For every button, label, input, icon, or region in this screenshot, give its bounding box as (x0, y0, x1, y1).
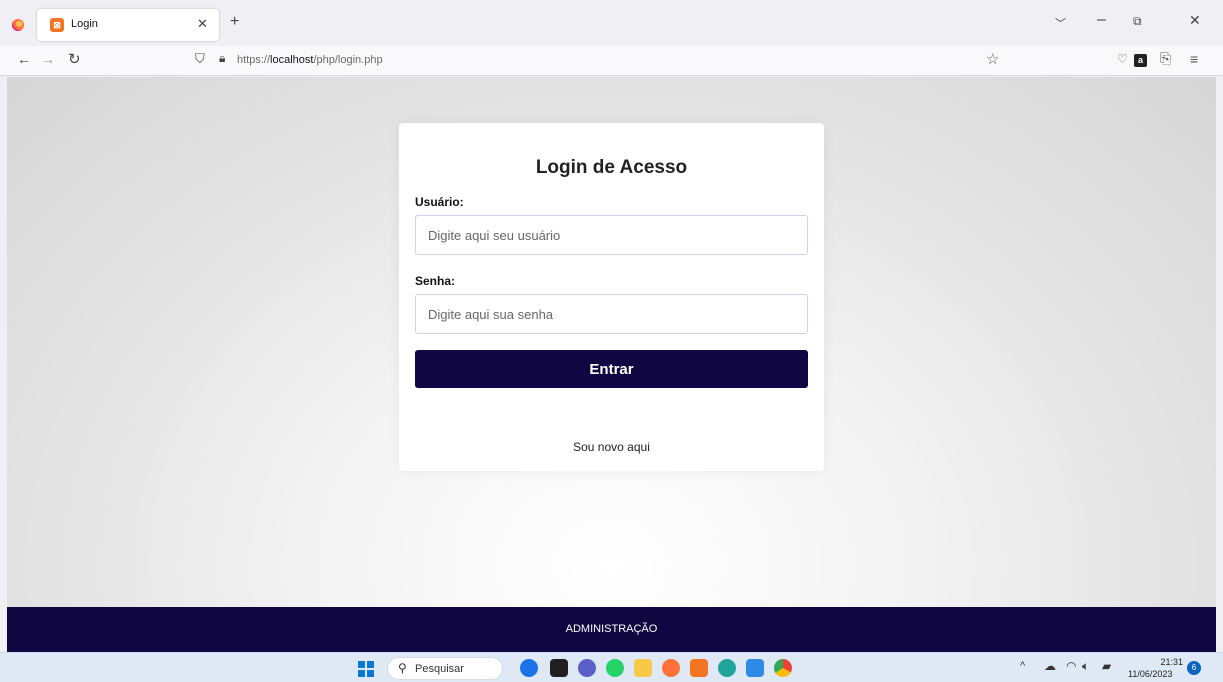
battery-icon[interactable]: ▰ (1102, 659, 1111, 673)
xampp-icon[interactable] (690, 659, 708, 677)
teams-icon[interactable] (578, 659, 596, 677)
xampp-icon: ⊠ (50, 18, 64, 32)
amazon-extension-icon[interactable]: a (1134, 54, 1147, 67)
browser-tab-bar: ⊠ Login ✕ + ﹀ – ⧉ ✕ (0, 0, 1223, 46)
minimize-icon[interactable]: – (1097, 11, 1106, 29)
clock-date[interactable]: 11/06/2023 (1128, 669, 1172, 679)
bookmark-star-icon[interactable]: ☆ (986, 50, 999, 68)
tray-chevron-up-icon[interactable]: ^ (1020, 660, 1025, 672)
address-bar[interactable]: https://localhost/php/login.php (237, 54, 383, 66)
tab-login[interactable]: ⊠ Login ✕ (37, 9, 219, 41)
back-arrow-icon[interactable]: ← (17, 51, 31, 67)
footer: ADMINISTRAÇÃO (7, 607, 1216, 652)
page-viewport: Login de Acesso Usuário: Senha: Entrar S… (7, 77, 1216, 652)
file-explorer-icon[interactable] (634, 659, 652, 677)
login-button[interactable]: Entrar (415, 350, 808, 388)
firefox-icon[interactable] (662, 659, 680, 677)
password-label: Senha: (415, 274, 456, 288)
network-icon[interactable]: ☁︎ (1044, 659, 1056, 673)
url-path: /php/login.php (313, 54, 383, 66)
lock-icon[interactable]: 🔒︎ (219, 51, 225, 66)
clock-time[interactable]: 21:31 (1143, 657, 1183, 667)
reload-icon[interactable]: ↻ (68, 50, 81, 68)
edge-icon[interactable] (718, 659, 736, 677)
files-icon[interactable] (550, 659, 568, 677)
notification-badge[interactable]: 6 (1187, 661, 1201, 675)
shield-icon[interactable]: ⛉ (195, 51, 205, 67)
pocket-icon[interactable]: ♡ (1117, 52, 1128, 66)
url-scheme: https:// (237, 54, 271, 66)
taskbar-search[interactable]: ⚲ Pesquisar (387, 657, 503, 680)
browser-nav-bar: ← → ↻ ⛉ 🔒︎ https://localhost/php/login.p… (0, 46, 1223, 76)
store-icon[interactable] (746, 659, 764, 677)
bing-chat-icon[interactable] (520, 659, 538, 677)
extensions-icon[interactable]: ⎘ (1160, 50, 1171, 67)
window-close-icon[interactable]: ✕ (1189, 12, 1201, 29)
password-input[interactable] (415, 294, 808, 334)
login-card: Login de Acesso Usuário: Senha: Entrar S… (399, 123, 824, 471)
restore-icon[interactable]: ⧉ (1133, 14, 1142, 29)
username-input[interactable] (415, 215, 808, 255)
search-icon: ⚲ (398, 661, 407, 675)
search-placeholder: Pesquisar (415, 663, 464, 675)
hamburger-menu-icon[interactable]: ≡ (1190, 51, 1198, 67)
tab-title: Login (71, 18, 98, 30)
username-label: Usuário: (415, 195, 464, 209)
firefox-icon[interactable] (12, 19, 24, 31)
footer-text: ADMINISTRAÇÃO (565, 623, 658, 635)
volume-icon[interactable]: 🔈︎ (1082, 659, 1089, 674)
new-tab-icon[interactable]: + (230, 14, 239, 30)
chevron-down-icon[interactable]: ﹀ (1055, 15, 1066, 31)
forward-arrow-icon[interactable]: → (41, 51, 55, 67)
taskbar: ⚲ Pesquisar ^ ☁︎ ◠ 🔈︎ ▰ 21:31 11/06/2023… (0, 652, 1223, 682)
whatsapp-icon[interactable] (606, 659, 624, 677)
url-host: localhost (270, 54, 314, 66)
close-tab-icon[interactable]: ✕ (197, 16, 208, 32)
chrome-icon[interactable] (774, 659, 792, 677)
page-title: Login de Acesso (535, 157, 688, 178)
wifi-icon[interactable]: ◠ (1066, 659, 1076, 673)
signup-link[interactable]: Sou novo aqui (399, 440, 824, 454)
windows-start-icon[interactable] (358, 661, 374, 677)
